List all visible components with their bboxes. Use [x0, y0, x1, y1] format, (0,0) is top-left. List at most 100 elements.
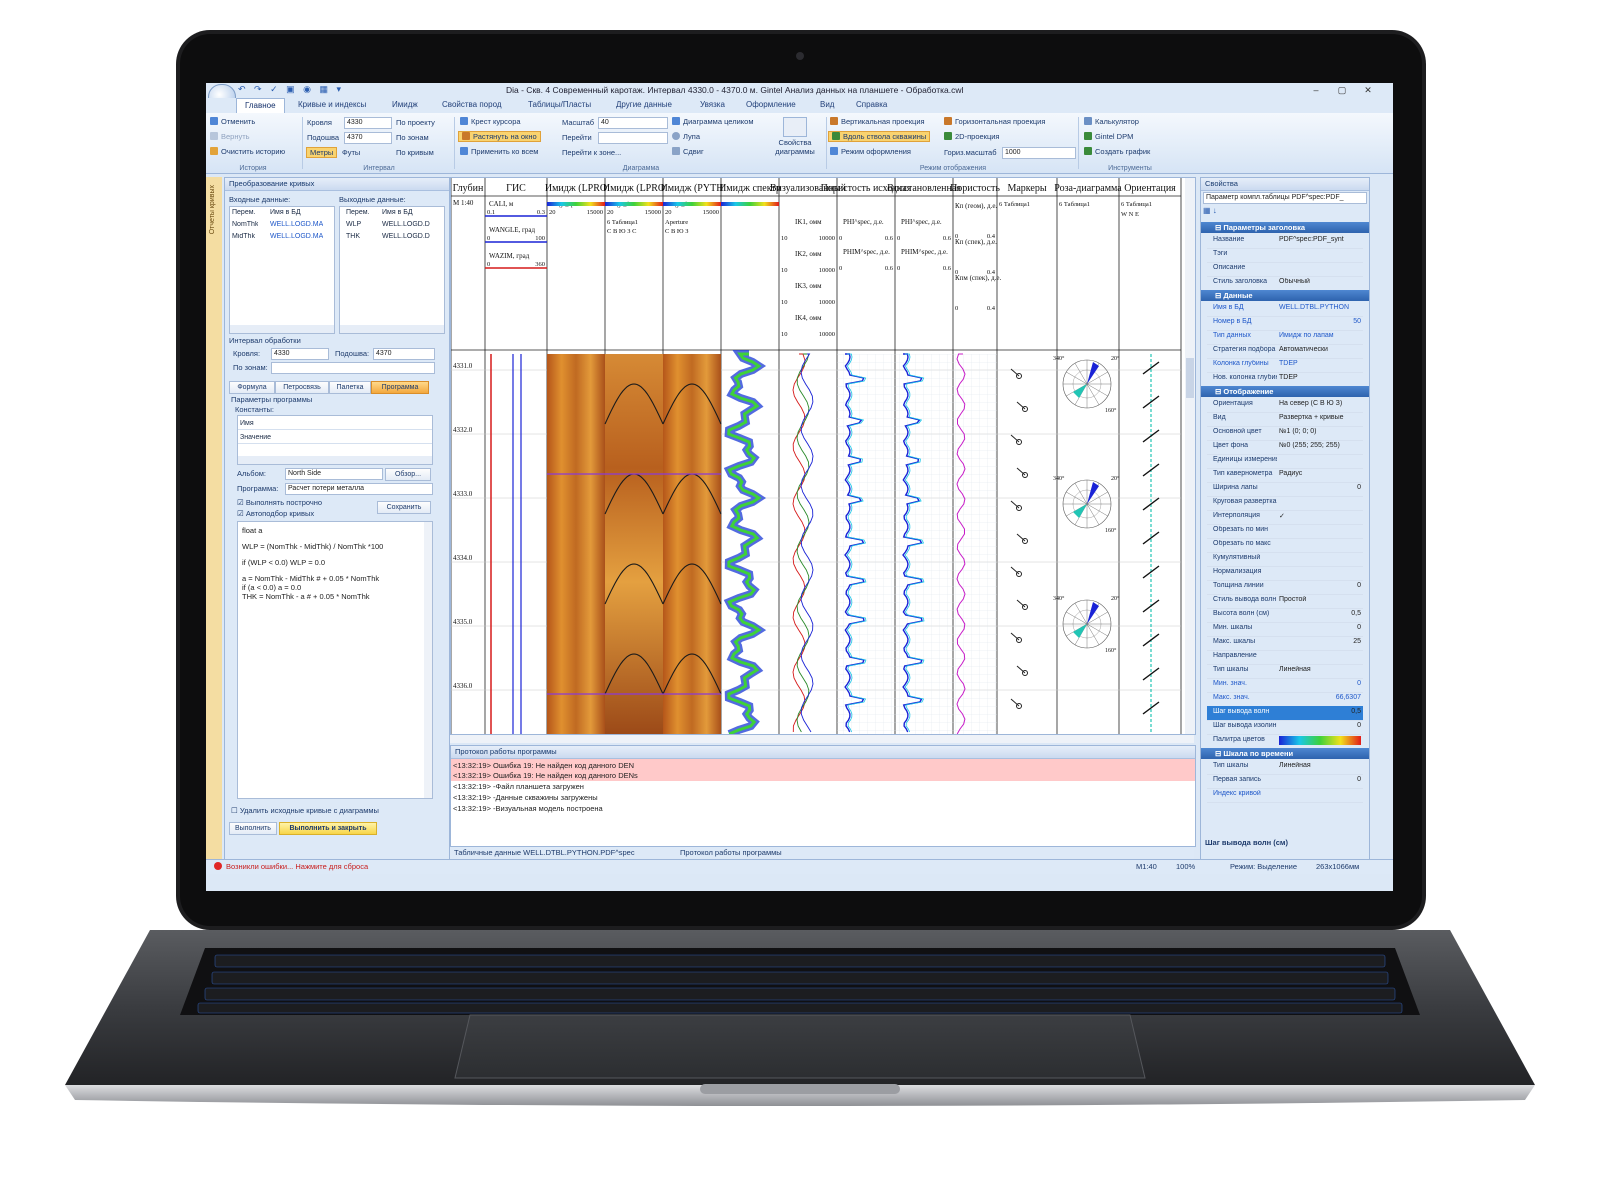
property-value[interactable]: 50	[1279, 318, 1361, 325]
projection-2d-button[interactable]: 2D-проекция	[944, 132, 1000, 141]
property-row[interactable]: Тип шкалы Линейная	[1207, 664, 1363, 679]
vertical-scrollbar[interactable]	[424, 522, 432, 798]
scale-input[interactable]: 40	[598, 117, 668, 129]
property-row[interactable]: Единицы измерения	[1207, 454, 1363, 469]
table-row[interactable]: NomThk	[232, 221, 258, 228]
property-row[interactable]: Ширина лапы 0	[1207, 482, 1363, 497]
table-row[interactable]: WLP	[346, 221, 361, 228]
property-value[interactable]: Линейная	[1279, 666, 1361, 673]
table-row[interactable]: WELL.LOGD.D	[382, 221, 430, 228]
property-row[interactable]: Колонка глубины TDEP	[1207, 358, 1363, 373]
album-select[interactable]: North Side	[285, 468, 383, 480]
property-row[interactable]: Кумулятивный	[1207, 552, 1363, 567]
tab-help[interactable]: Справка	[856, 100, 887, 109]
delete-source-checkbox[interactable]: ☐ Удалить исходные кривые с диаграммы	[231, 806, 379, 815]
redo-button[interactable]: Вернуть	[210, 132, 250, 141]
property-value[interactable]: 0,5	[1279, 708, 1361, 715]
property-row[interactable]: Основной цвет №1 (0; 0; 0)	[1207, 426, 1363, 441]
property-value[interactable]: Простой	[1279, 596, 1361, 603]
property-row[interactable]: Стиль заголовка Обычный	[1207, 276, 1363, 291]
tab-main[interactable]: Главное	[236, 98, 285, 113]
property-row[interactable]: Имя в БД WELL.DTBL.PYTHON	[1207, 302, 1363, 317]
property-row[interactable]: Обрезать по макс	[1207, 538, 1363, 553]
property-row[interactable]: Стиль вывода волн Простой	[1207, 594, 1363, 609]
property-value[interactable]: PDF^spec:PDF_synt	[1279, 236, 1361, 243]
close-button[interactable]: ✕	[1358, 83, 1378, 97]
property-row[interactable]: Интерполяция ✓	[1207, 510, 1363, 525]
well-log-tablet[interactable]: Глубин ГИС Имидж (LPRO Имидж (LPRO Имидж (PY…	[450, 177, 1196, 735]
property-value[interactable]: 0	[1279, 680, 1361, 687]
horizontal-projection-button[interactable]: Горизонтальная проекция	[944, 117, 1045, 126]
top-input[interactable]: 4330	[344, 117, 392, 129]
shift-button[interactable]: Сдвиг	[672, 147, 704, 156]
property-row[interactable]: Ориентация На север (С В Ю З)	[1207, 398, 1363, 413]
code-editor[interactable]: float a WLP = (NomThk - MidThk) / NomThk…	[237, 521, 433, 799]
property-row[interactable]: Индекс кривой	[1207, 788, 1363, 803]
property-row[interactable]: Шаг вывода волн 0,5	[1207, 706, 1363, 721]
tab-tables[interactable]: Таблицы/Пласты	[528, 100, 591, 109]
property-value[interactable]: Автоматически	[1279, 346, 1361, 353]
diagram-props-icon[interactable]	[783, 117, 807, 137]
subtab-palette[interactable]: Палетка	[329, 381, 371, 394]
design-mode-button[interactable]: Режим оформления	[830, 147, 911, 156]
property-section-header[interactable]: ⊟ Данные	[1201, 290, 1369, 301]
property-section-header[interactable]: ⊟ Шкала по времени	[1201, 748, 1369, 759]
tablet-horizontal-scrollbar[interactable]	[450, 735, 1194, 743]
property-row[interactable]: Толщина линии 0	[1207, 580, 1363, 595]
tab-other-data[interactable]: Другие данные	[616, 100, 672, 109]
tab-curves[interactable]: Кривые и индексы	[298, 100, 366, 109]
undo-button[interactable]: Отменить	[210, 117, 255, 126]
interval-bottom-input[interactable]: 4370	[373, 348, 435, 360]
property-value[interactable]: №0 (255; 255; 255)	[1279, 442, 1361, 449]
property-value[interactable]: Имидж по лапам	[1279, 332, 1361, 339]
minimize-button[interactable]: –	[1306, 83, 1326, 97]
property-value[interactable]: №1 (0; 0; 0)	[1279, 428, 1361, 435]
along-well-button[interactable]: Вдоль ствола скважины	[828, 131, 931, 142]
property-value[interactable]: 25	[1279, 638, 1361, 645]
property-value[interactable]	[1279, 736, 1361, 745]
property-row[interactable]: Номер в БД 50	[1207, 316, 1363, 331]
clear-history-button[interactable]: Очистить историю	[210, 147, 285, 156]
property-value[interactable]: Радиус	[1279, 470, 1361, 477]
diagram-props-button[interactable]: Свойства диаграммы	[768, 138, 822, 156]
tab-program-log[interactable]: Протокол работы программы	[680, 848, 782, 857]
meters-toggle[interactable]: Метры	[306, 147, 338, 158]
horizontal-scrollbar[interactable]	[230, 325, 334, 333]
property-value[interactable]: 0	[1279, 484, 1361, 491]
property-section-header[interactable]: ⊟ Отображение	[1201, 386, 1369, 397]
property-row[interactable]: Палитра цветов	[1207, 734, 1363, 749]
program-select[interactable]: Расчет потери металла	[285, 483, 433, 495]
auto-curves-checkbox[interactable]: ☑ Автоподбор кривых	[237, 509, 314, 518]
goto-input[interactable]	[598, 132, 668, 144]
property-value[interactable]: TDEP	[1279, 360, 1361, 367]
zones-select[interactable]	[271, 362, 435, 374]
by-zones-button[interactable]: По зонам	[396, 133, 429, 142]
dpm-button[interactable]: Gintel DPM	[1084, 132, 1133, 141]
property-value[interactable]: На север (С В Ю З)	[1279, 400, 1361, 407]
property-row[interactable]: Вид Развертка + кривые	[1207, 412, 1363, 427]
property-row[interactable]: Тип данных Имидж по лапам	[1207, 330, 1363, 345]
property-value[interactable]: TDEP	[1279, 374, 1361, 381]
property-row[interactable]: Первая запись 0	[1207, 774, 1363, 789]
property-row[interactable]: Обрезать по мин	[1207, 524, 1363, 539]
property-row[interactable]: Шаг вывода изолиний0	[1207, 720, 1363, 735]
property-row[interactable]: Направление	[1207, 650, 1363, 665]
tab-rock-props[interactable]: Свойства пород	[442, 100, 502, 109]
property-section-header[interactable]: ⊟ Параметры заголовка	[1201, 222, 1369, 233]
quick-access-toolbar[interactable]: ↶ ↷ ✓ ▣ ◉ ▦ ▾	[238, 84, 344, 95]
property-row[interactable]: Тип кавернометра Радиус	[1207, 468, 1363, 483]
diagram-whole-button[interactable]: Диаграмма целиком	[672, 117, 753, 126]
interval-top-input[interactable]: 4330	[271, 348, 329, 360]
save-button[interactable]: Сохранить	[377, 501, 431, 514]
tab-view[interactable]: Вид	[820, 100, 834, 109]
subtab-petro[interactable]: Петросвязь	[275, 381, 329, 394]
subtab-formula[interactable]: Формула	[229, 381, 275, 394]
tab-table-data[interactable]: Табличные данные WELL.DTBL.PYTHON.PDF^sp…	[454, 848, 635, 857]
tablet-canvas[interactable]: Глубин ГИС Имидж (LPROИмидж (LPROИмидж (PY…	[451, 178, 1195, 734]
property-value[interactable]: 66,6307	[1279, 694, 1361, 701]
bottom-input[interactable]: 4370	[344, 132, 392, 144]
property-row[interactable]: Нормализация	[1207, 566, 1363, 581]
feet-toggle[interactable]: Футы	[342, 148, 360, 157]
property-row[interactable]: Стратегия подбора Автоматически	[1207, 344, 1363, 359]
magnifier-button[interactable]: Лупа	[672, 132, 700, 141]
